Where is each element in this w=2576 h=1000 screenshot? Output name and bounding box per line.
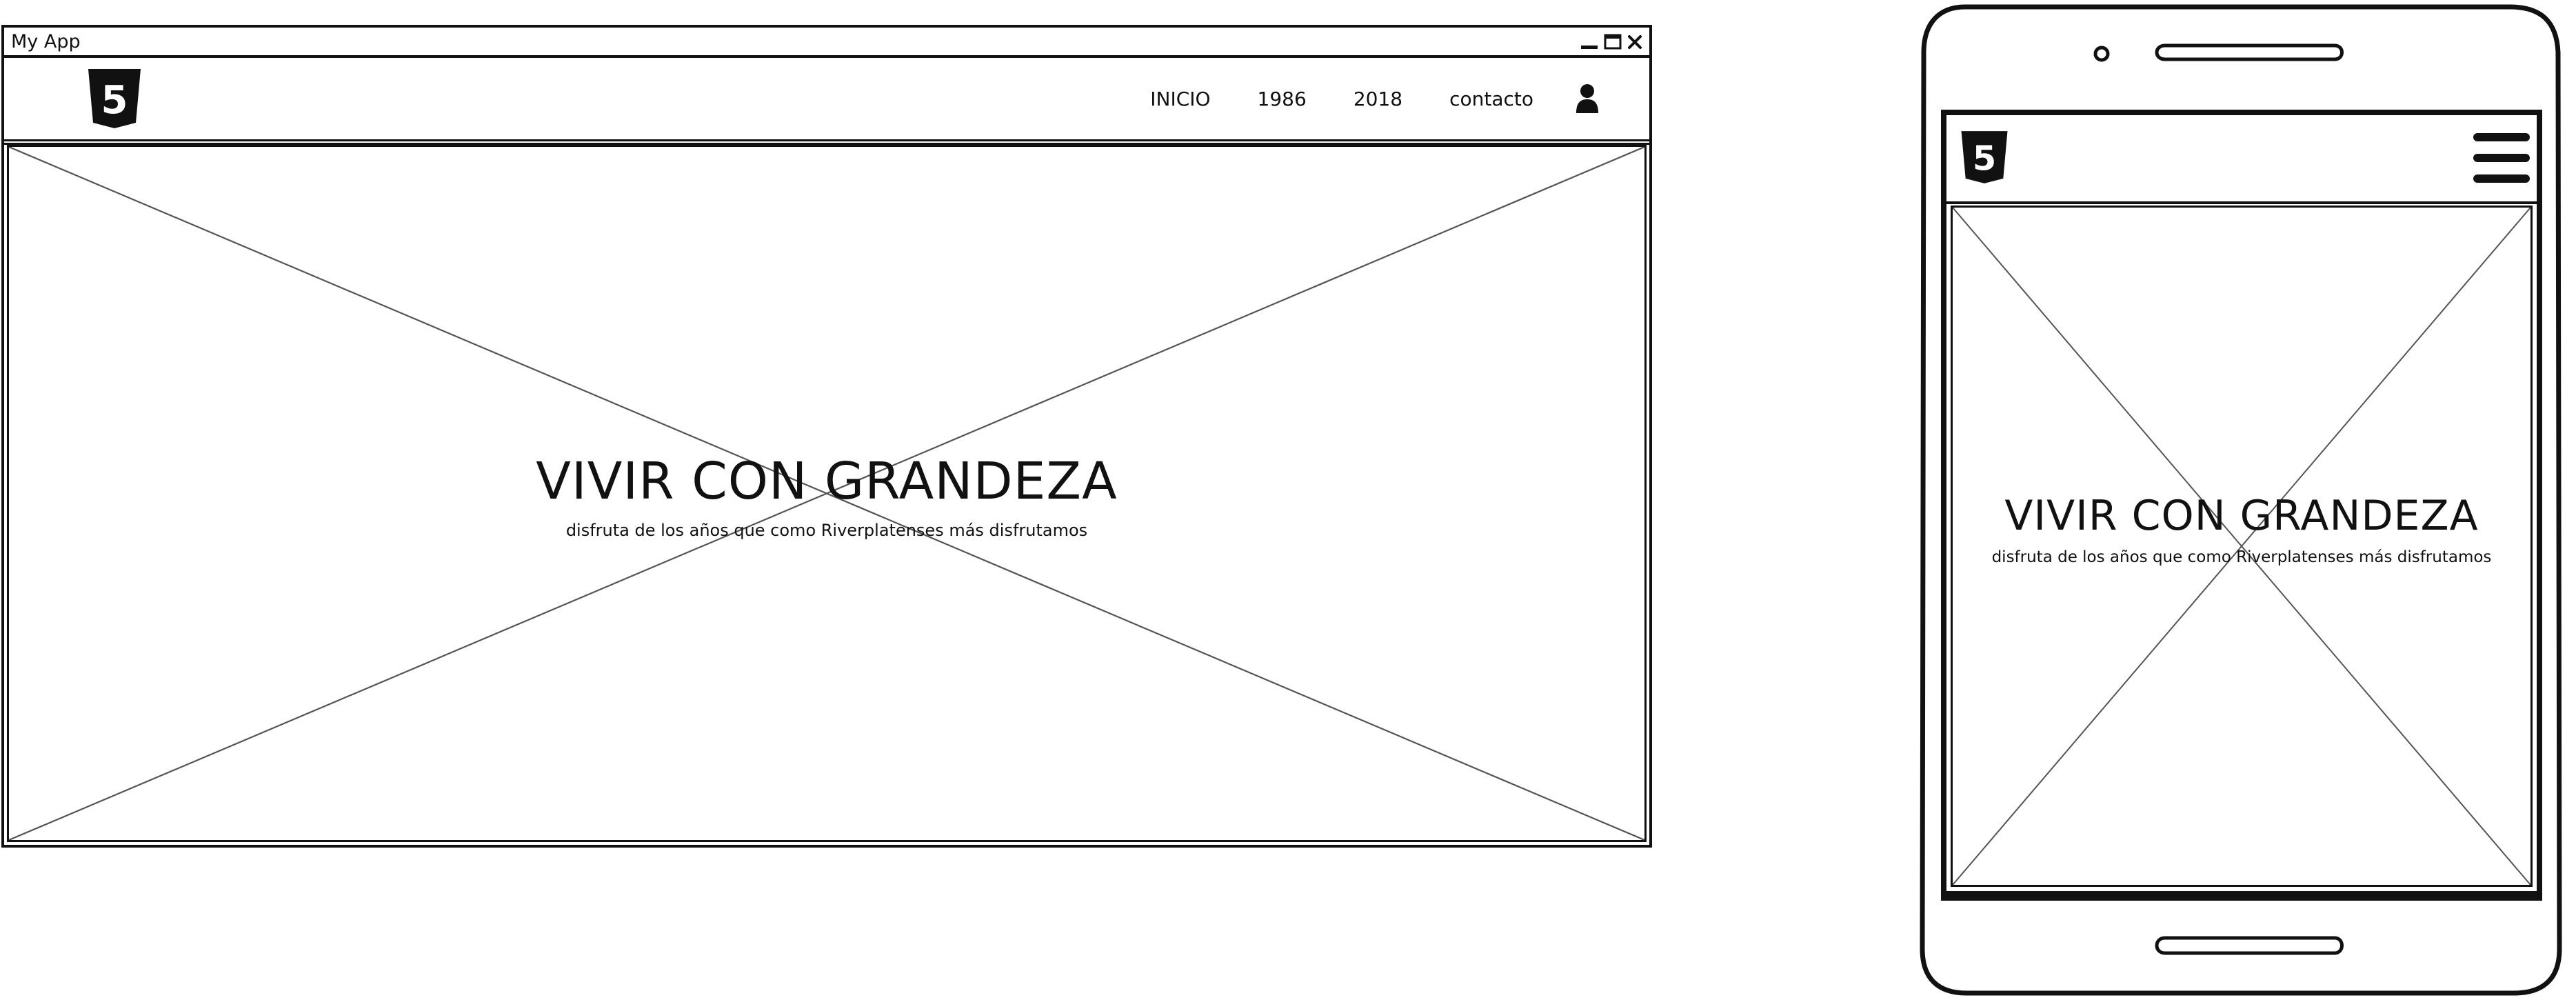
maximize-icon[interactable] [1604,33,1622,51]
hero-section: VIVIR CON GRANDEZA disfruta de los años … [1951,206,2533,887]
hero-subtitle: disfruta de los años que como Riverplate… [565,521,1088,540]
html5-logo-number: 5 [101,78,128,123]
html5-logo[interactable]: 5 [1959,129,2010,188]
mobile-screen: 5 VIVIR CON GRANDEZA disfruta de los año… [1941,110,2542,901]
hamburger-menu-icon[interactable] [2472,132,2531,186]
window-titlebar: My App [4,28,1649,58]
minimize-icon[interactable] [1580,33,1598,51]
earpiece-speaker [2155,43,2344,61]
html5-shield-icon: 5 [1961,131,2008,183]
window-title: My App [11,31,81,52]
mobile-header: 5 [1946,115,2537,204]
front-camera-icon [2093,46,2110,62]
hero-text-block: VIVIR CON GRANDEZA disfruta de los años … [1953,490,2530,569]
main-nav: INICIO 1986 2018 contacto [1127,58,1600,139]
user-icon[interactable] [1575,83,1600,114]
html5-shield-icon: 5 [88,69,141,128]
top-navbar: 5 INICIO 1986 2018 contacto [4,58,1649,145]
hero-section: VIVIR CON GRANDEZA disfruta de los años … [7,145,1647,842]
nav-item-2018[interactable]: 2018 [1330,88,1426,110]
hero-subtitle: disfruta de los años que como Riverplate… [1991,548,2492,566]
desktop-browser-window: My App 5 INICIO 1986 2018 contacto VIVIR… [1,25,1652,848]
hero-title: VIVIR CON GRANDEZA [536,452,1118,511]
nav-item-inicio[interactable]: INICIO [1127,88,1234,110]
html5-logo[interactable]: 5 [85,68,143,132]
nav-item-1986[interactable]: 1986 [1234,88,1330,110]
html5-logo-number: 5 [1973,139,1996,179]
hero-text-block: VIVIR CON GRANDEZA disfruta de los años … [9,450,1644,544]
hero-title: VIVIR CON GRANDEZA [2004,492,2479,540]
mobile-device-frame: 5 VIVIR CON GRANDEZA disfruta de los año… [1917,4,2565,997]
close-icon[interactable] [1627,34,1642,50]
window-controls [1580,32,1642,52]
nav-item-contacto[interactable]: contacto [1426,88,1557,110]
home-button [2155,936,2344,955]
